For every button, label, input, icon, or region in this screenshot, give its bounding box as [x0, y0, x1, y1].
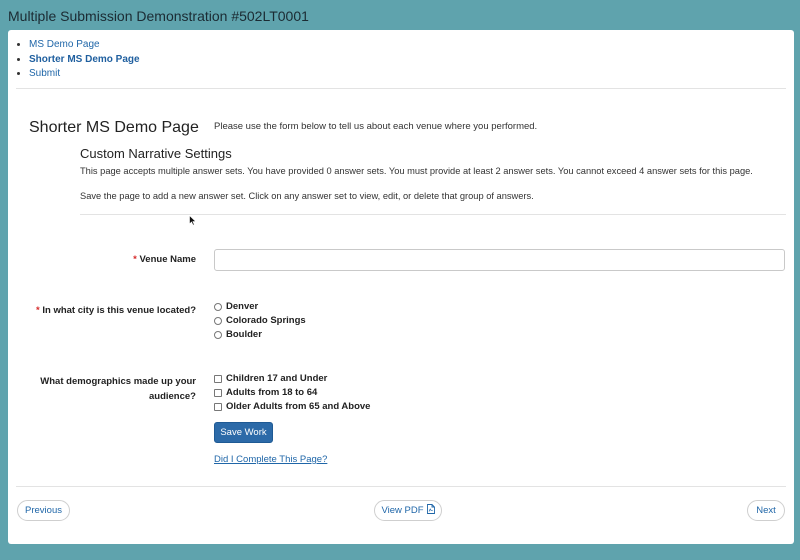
checkbox[interactable]: [214, 388, 222, 397]
demographic-option-adults[interactable]: Adults from 18 to 64: [214, 387, 317, 398]
demographics-label-line2: audience?: [149, 391, 196, 402]
checkbox[interactable]: [214, 374, 222, 383]
city-label-text: In what city is this venue located?: [42, 305, 196, 316]
view-pdf-button[interactable]: View PDF: [374, 500, 442, 521]
divider: [16, 88, 786, 89]
option-label: Colorado Springs: [226, 315, 306, 326]
option-label: Children 17 and Under: [226, 373, 328, 384]
required-marker: *: [36, 305, 40, 316]
demographic-option-older-adults[interactable]: Older Adults from 65 and Above: [214, 401, 370, 412]
view-pdf-label: View PDF: [381, 505, 424, 516]
previous-button[interactable]: Previous: [17, 500, 70, 521]
demographics-label: What demographics made up your audience?: [28, 374, 196, 404]
city-option-denver[interactable]: Denver: [214, 301, 258, 312]
venue-name-label-text: Venue Name: [139, 254, 197, 265]
checkbox[interactable]: [214, 402, 222, 411]
radio-button[interactable]: [214, 330, 222, 339]
required-marker: *: [133, 254, 137, 265]
divider: [80, 214, 786, 215]
city-label: * In what city is this venue located?: [28, 303, 196, 318]
section-instructions: Save the page to add a new answer set. C…: [80, 191, 534, 201]
nav-item-ms-demo[interactable]: MS Demo Page: [29, 38, 140, 53]
next-button-label: Next: [756, 505, 776, 516]
divider: [16, 486, 786, 487]
mouse-cursor-icon: [189, 213, 197, 231]
nav-link-submit[interactable]: Submit: [29, 68, 60, 79]
nav-item-shorter-ms-demo[interactable]: Shorter MS Demo Page: [29, 53, 140, 68]
page-intro: Please use the form below to tell us abo…: [214, 121, 538, 132]
option-label: Boulder: [226, 329, 262, 340]
pdf-icon: [426, 504, 435, 517]
option-label: Older Adults from 65 and Above: [226, 401, 371, 412]
radio-button[interactable]: [214, 302, 222, 311]
venue-name-label: * Venue Name: [68, 252, 196, 267]
radio-button[interactable]: [214, 316, 222, 325]
section-description: This page accepts multiple answer sets. …: [80, 166, 753, 176]
nav-link-ms-demo[interactable]: MS Demo Page: [29, 39, 100, 50]
option-label: Denver: [226, 301, 259, 312]
window-title: Multiple Submission Demonstration #502LT…: [8, 8, 309, 24]
page-nav: MS Demo Page Shorter MS Demo Page Submit: [16, 38, 140, 82]
nav-link-shorter-ms-demo[interactable]: Shorter MS Demo Page: [29, 54, 140, 65]
previous-button-label: Previous: [25, 505, 62, 516]
nav-item-submit[interactable]: Submit: [29, 67, 140, 82]
demographic-option-children[interactable]: Children 17 and Under: [214, 373, 327, 384]
complete-check-link[interactable]: Did I Complete This Page?: [214, 454, 327, 465]
city-option-colorado-springs[interactable]: Colorado Springs: [214, 315, 306, 326]
page-title: Shorter MS Demo Page: [29, 119, 199, 136]
section-title: Custom Narrative Settings: [80, 146, 232, 161]
next-button[interactable]: Next: [747, 500, 785, 521]
venue-name-input[interactable]: [214, 249, 785, 271]
option-label: Adults from 18 to 64: [226, 387, 318, 398]
demographics-label-line1: What demographics made up your: [40, 376, 196, 387]
city-option-boulder[interactable]: Boulder: [214, 329, 262, 340]
main-card: MS Demo Page Shorter MS Demo Page Submit…: [8, 30, 794, 544]
save-work-button[interactable]: Save Work: [214, 422, 273, 443]
